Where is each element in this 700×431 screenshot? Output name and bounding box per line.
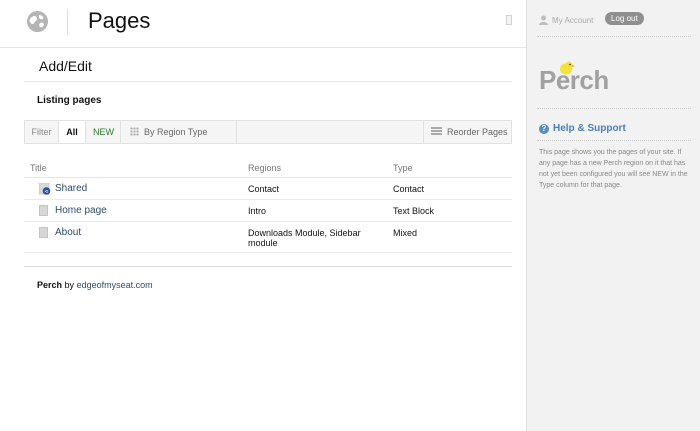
region-type-label: By Region Type (144, 127, 208, 137)
header-divider (67, 9, 68, 35)
help-title: Help & Support (553, 123, 626, 134)
type-cell: Contact (393, 184, 425, 194)
page-link-shared[interactable]: Shared (55, 183, 87, 194)
pages-table: Title Regions Type ⟲ Shared Contact Cont… (24, 157, 512, 253)
page-link-home[interactable]: Home page (55, 205, 107, 216)
footer-link[interactable]: edgeofmyseat.com (77, 280, 153, 290)
regions-cell: Intro (248, 206, 267, 216)
filter-bar: Filter All NEW By Region Type Reorder Pa… (24, 120, 512, 144)
footer-divider (24, 266, 512, 267)
shared-icon: ⟲ (39, 183, 51, 195)
table-row: Home page Intro Text Block (24, 200, 512, 222)
main-panel: Pages Add/Edit Listing pages Filter All … (0, 0, 526, 431)
my-account-link[interactable]: My Account (552, 16, 593, 25)
top-bar: Pages (0, 0, 526, 48)
sidebar: My Account Log out Perch ? Help & Suppor… (526, 0, 700, 431)
footer-brand: Perch (37, 280, 63, 290)
user-icon (539, 15, 548, 25)
column-header-regions[interactable]: Regions (248, 163, 281, 173)
filter-region-type-tab[interactable]: By Region Type (122, 121, 237, 143)
section-heading: Listing pages (37, 95, 102, 106)
sidebar-divider (537, 140, 691, 141)
page-title: Pages (88, 8, 151, 33)
footer-by: by (64, 280, 75, 290)
regions-cell: Downloads Module, Sidebar module (248, 228, 361, 248)
table-header: Title Regions Type (24, 157, 512, 178)
help-text: This page shows you the pages of your si… (539, 149, 688, 189)
filter-all-tab[interactable]: All (59, 121, 86, 143)
list-lines-icon (431, 127, 442, 135)
help-icon: ? (539, 124, 549, 134)
grid-dots-icon (130, 127, 139, 136)
filter-new-tab[interactable]: NEW (87, 121, 121, 143)
subnav-bar: Add/Edit (24, 49, 512, 82)
column-header-title[interactable]: Title (30, 163, 47, 173)
perch-logo: Perch (539, 65, 609, 95)
add-edit-tab[interactable]: Add/Edit (39, 58, 92, 74)
resize-handle[interactable] (506, 15, 512, 25)
page-icon (39, 227, 48, 238)
type-cell: Mixed (393, 228, 418, 238)
logout-button[interactable]: Log out (605, 12, 644, 25)
page-icon (39, 205, 48, 216)
sidebar-divider (537, 36, 691, 37)
reorder-label: Reorder Pages (447, 127, 508, 137)
reorder-pages-button[interactable]: Reorder Pages (423, 121, 512, 143)
svg-text:⟲: ⟲ (45, 190, 49, 195)
sidebar-divider (537, 108, 691, 109)
table-row: About Downloads Module, Sidebar module M… (24, 222, 512, 253)
type-cell: Text Block (393, 206, 435, 216)
regions-cell: Contact (248, 184, 280, 194)
globe-icon[interactable] (27, 11, 48, 32)
footer: Perch by edgeofmyseat.com (37, 280, 153, 290)
filter-label: Filter (25, 121, 59, 143)
table-row: ⟲ Shared Contact Contact (24, 178, 512, 200)
page-link-about[interactable]: About (55, 227, 81, 238)
column-header-type[interactable]: Type (393, 163, 413, 173)
